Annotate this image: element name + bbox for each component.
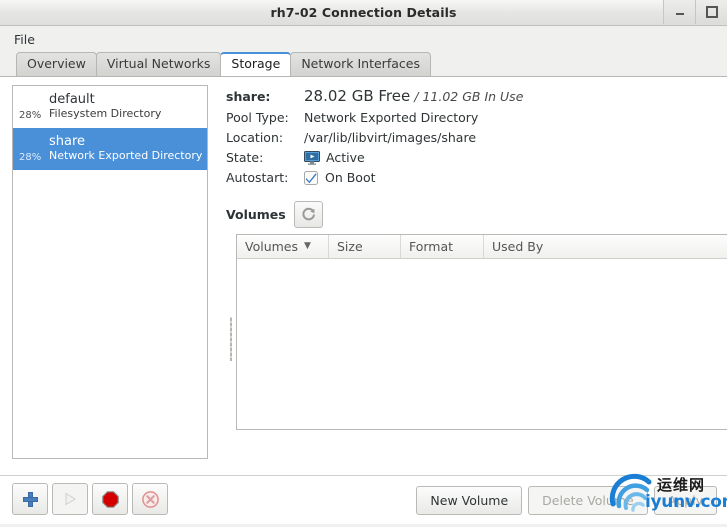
window-controls	[663, 0, 727, 25]
location-label: Location:	[226, 130, 284, 145]
pool-type-label: Pool Type:	[226, 110, 289, 125]
autostart-row: On Boot	[304, 170, 727, 185]
pool-free-space: 28.02 GB Free	[304, 87, 411, 105]
bottom-divider	[0, 475, 727, 476]
autostart-checkbox[interactable]	[304, 170, 318, 185]
list-item[interactable]: 28% share Network Exported Directory	[13, 128, 207, 170]
column-header-volumes[interactable]: Volumes ▼	[237, 235, 329, 258]
refresh-icon	[301, 207, 316, 222]
stop-icon	[101, 490, 119, 508]
storage-tab-panel: 28% default Filesystem Directory 28% sha…	[0, 76, 727, 524]
autostart-value: On Boot	[325, 170, 376, 185]
pool-capacity-row: 28.02 GB Free / 11.02 GB In Use	[304, 87, 727, 105]
pool-toolbar	[12, 483, 172, 515]
pool-type: Filesystem Directory	[49, 106, 162, 120]
volume-actions: New Volume Delete Volume Apply	[416, 486, 717, 515]
pool-usage-percent: 28%	[19, 110, 42, 121]
pool-name: share	[49, 133, 86, 149]
volumes-table-header: Volumes ▼ Size Format Used By	[237, 235, 727, 259]
pool-usage-percent: 28%	[19, 152, 42, 163]
tab-storage[interactable]: Storage	[220, 52, 292, 76]
volumes-table-wrapper: Volumes ▼ Size Format Used By	[226, 234, 727, 430]
tab-network-interfaces[interactable]: Network Interfaces	[290, 52, 431, 76]
pool-type: Network Exported Directory	[49, 148, 203, 162]
pool-type-value: Network Exported Directory	[304, 110, 479, 125]
minimize-button[interactable]	[663, 0, 695, 24]
storage-pool-list[interactable]: 28% default Filesystem Directory 28% sha…	[12, 85, 208, 459]
volumes-table[interactable]: Volumes ▼ Size Format Used By	[236, 234, 727, 430]
tab-virtual-networks[interactable]: Virtual Networks	[95, 52, 222, 76]
column-header-used-by[interactable]: Used By	[484, 235, 727, 258]
apply-button[interactable]: Apply	[653, 486, 717, 515]
maximize-button[interactable]	[695, 0, 727, 24]
location-value: /var/lib/libvirt/images/share	[304, 130, 477, 145]
window-title: rh7-02 Connection Details	[270, 5, 457, 20]
column-header-size[interactable]: Size	[329, 235, 401, 258]
state-row: Active	[304, 150, 727, 165]
add-pool-button[interactable]	[12, 483, 48, 515]
delete-icon	[141, 490, 159, 508]
capacity-separator: /	[414, 88, 419, 104]
volumes-title: Volumes	[226, 207, 286, 222]
splitter-dots-icon	[230, 317, 232, 361]
pool-details-panel: share: 28.02 GB Free / 11.02 GB In Use P…	[208, 85, 727, 524]
stop-pool-button[interactable]	[92, 483, 128, 515]
state-label: State:	[226, 150, 264, 165]
splitter-handle[interactable]	[226, 234, 236, 430]
plus-icon	[22, 491, 38, 507]
state-value: Active	[326, 150, 365, 165]
list-item[interactable]: 28% default Filesystem Directory	[13, 86, 207, 128]
delete-pool-button[interactable]	[132, 483, 168, 515]
title-bar: rh7-02 Connection Details	[0, 0, 727, 26]
menu-item-file[interactable]: File	[8, 30, 41, 49]
new-volume-button[interactable]: New Volume	[416, 486, 523, 515]
start-pool-button[interactable]	[52, 483, 88, 515]
pool-detail-grid: share: 28.02 GB Free / 11.02 GB In Use P…	[226, 87, 727, 185]
autostart-label: Autostart:	[226, 170, 289, 185]
monitor-active-icon	[304, 150, 320, 165]
refresh-volumes-button[interactable]	[293, 201, 323, 228]
column-header-format[interactable]: Format	[401, 235, 484, 258]
maximize-icon	[705, 6, 718, 18]
play-icon	[62, 491, 78, 507]
volumes-section-header: Volumes	[226, 201, 727, 228]
tab-strip: Overview Virtual Networks Storage Networ…	[0, 52, 727, 76]
delete-volume-button[interactable]: Delete Volume	[528, 486, 648, 515]
column-label: Volumes	[245, 239, 299, 254]
minimize-icon	[675, 13, 684, 15]
pool-used-space: 11.02 GB In Use	[422, 88, 524, 104]
tab-overview[interactable]: Overview	[16, 52, 97, 76]
pool-name-label: share:	[226, 88, 271, 104]
menu-bar: File	[0, 26, 727, 52]
chevron-down-icon: ▼	[304, 241, 311, 251]
pool-name: default	[49, 91, 95, 107]
